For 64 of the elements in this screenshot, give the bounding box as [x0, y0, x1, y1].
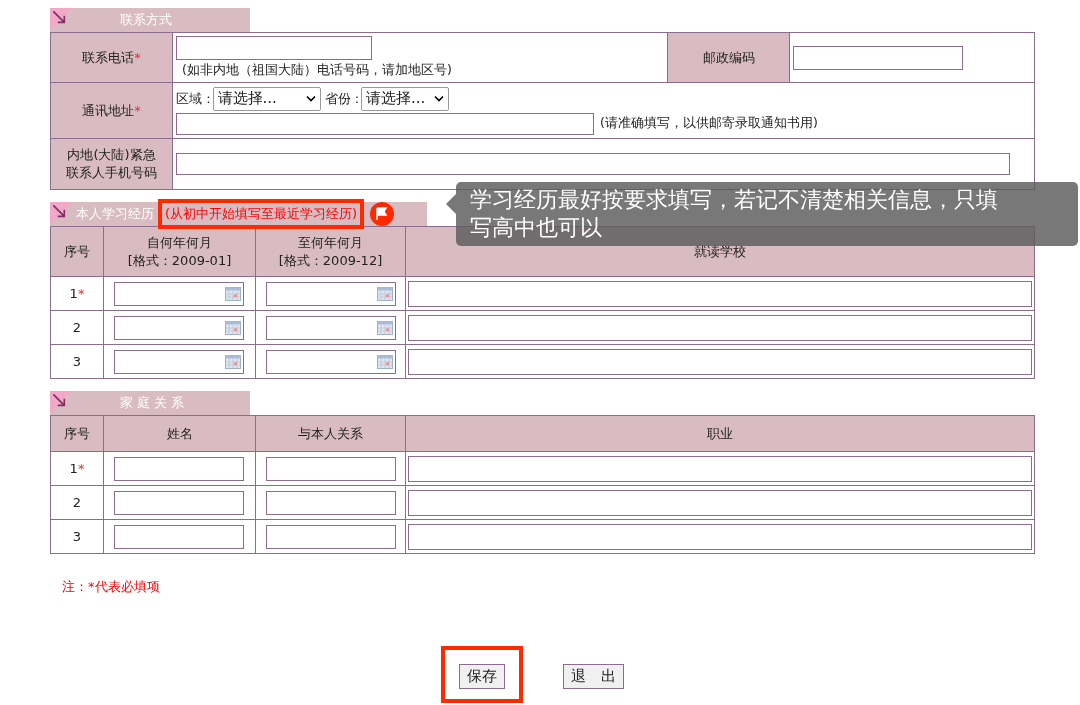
column-header: 序号 — [50, 226, 104, 277]
date-field[interactable] — [114, 349, 244, 374]
date-field[interactable] — [266, 281, 396, 306]
school-field[interactable] — [408, 280, 1032, 307]
label-cell: 联系电话* — [50, 32, 173, 83]
name-field[interactable] — [114, 524, 244, 549]
arrow-corner-icon — [50, 202, 72, 224]
column-header: 自何年何月 [格式：2009-01] — [103, 226, 256, 277]
row-number: 2 — [50, 485, 104, 520]
phone-field[interactable] — [176, 36, 372, 60]
date-field[interactable] — [114, 281, 244, 306]
calendar-icon[interactable] — [377, 354, 393, 369]
arrow-corner-icon — [50, 391, 72, 413]
date-field[interactable] — [114, 315, 244, 340]
date-field[interactable] — [266, 349, 396, 374]
relation-field[interactable] — [266, 456, 396, 481]
chevron-down-icon[interactable] — [434, 95, 445, 102]
region-dropdown[interactable]: 请选择... — [212, 86, 321, 111]
occupation-field[interactable] — [408, 455, 1032, 482]
calendar-icon[interactable] — [225, 320, 241, 335]
column-header: 姓名 — [103, 415, 256, 452]
column-header: 至何年何月 [格式：2009-12] — [255, 226, 406, 277]
school-field[interactable] — [408, 314, 1032, 341]
label-cell: 通讯地址* — [50, 82, 173, 139]
row-number: 1* — [50, 451, 104, 486]
region-label: 区域 : — [176, 89, 211, 108]
relation-field[interactable] — [266, 524, 396, 549]
section-note: (从初中开始填写至最近学习经历) — [158, 199, 365, 229]
calendar-icon[interactable] — [377, 320, 393, 335]
column-header: 职业 — [405, 415, 1035, 452]
section-title: 联系方式 — [120, 11, 172, 29]
chevron-down-icon[interactable] — [305, 95, 316, 102]
form-button[interactable]: 退 出 — [563, 664, 624, 689]
name-field[interactable] — [114, 490, 244, 515]
label-cell: 内地(大陆)紧急 联系人手机号码 — [50, 138, 173, 190]
postal-code-field[interactable] — [793, 45, 963, 70]
calendar-icon[interactable] — [377, 286, 393, 301]
column-header: 序号 — [50, 415, 104, 452]
calendar-icon[interactable] — [225, 286, 241, 301]
flag-icon — [370, 202, 395, 226]
occupation-field[interactable] — [408, 523, 1032, 550]
date-field[interactable] — [266, 315, 396, 340]
label-cell: 邮政编码 — [667, 32, 790, 83]
occupation-field[interactable] — [408, 489, 1032, 516]
address-field[interactable] — [176, 112, 594, 135]
relation-field[interactable] — [266, 490, 396, 515]
section-title: 本人学习经历 — [76, 205, 154, 223]
name-field[interactable] — [114, 456, 244, 481]
province-dropdown[interactable]: 请选择... — [361, 86, 450, 111]
province-label: 省份 : — [324, 89, 360, 108]
form-button[interactable]: 保存 — [459, 664, 505, 689]
hint-text: (如非内地（祖国大陆）电话号码，请加地区号) — [181, 62, 453, 79]
hint-text: (请准确填写，以供邮寄录取通知书用) — [600, 115, 818, 132]
column-header: 与本人关系 — [255, 415, 406, 452]
emergency-phone-field[interactable] — [176, 153, 1010, 175]
school-field[interactable] — [408, 348, 1032, 375]
section-title: 家 庭 关 系 — [120, 394, 185, 412]
calendar-icon[interactable] — [225, 354, 241, 369]
row-number: 2 — [50, 310, 104, 345]
row-number: 3 — [50, 344, 104, 379]
row-number: 3 — [50, 519, 104, 554]
required-footnote: 注：*代表必填项 — [62, 578, 161, 596]
arrow-corner-icon — [50, 8, 72, 30]
row-number: 1* — [50, 276, 104, 311]
